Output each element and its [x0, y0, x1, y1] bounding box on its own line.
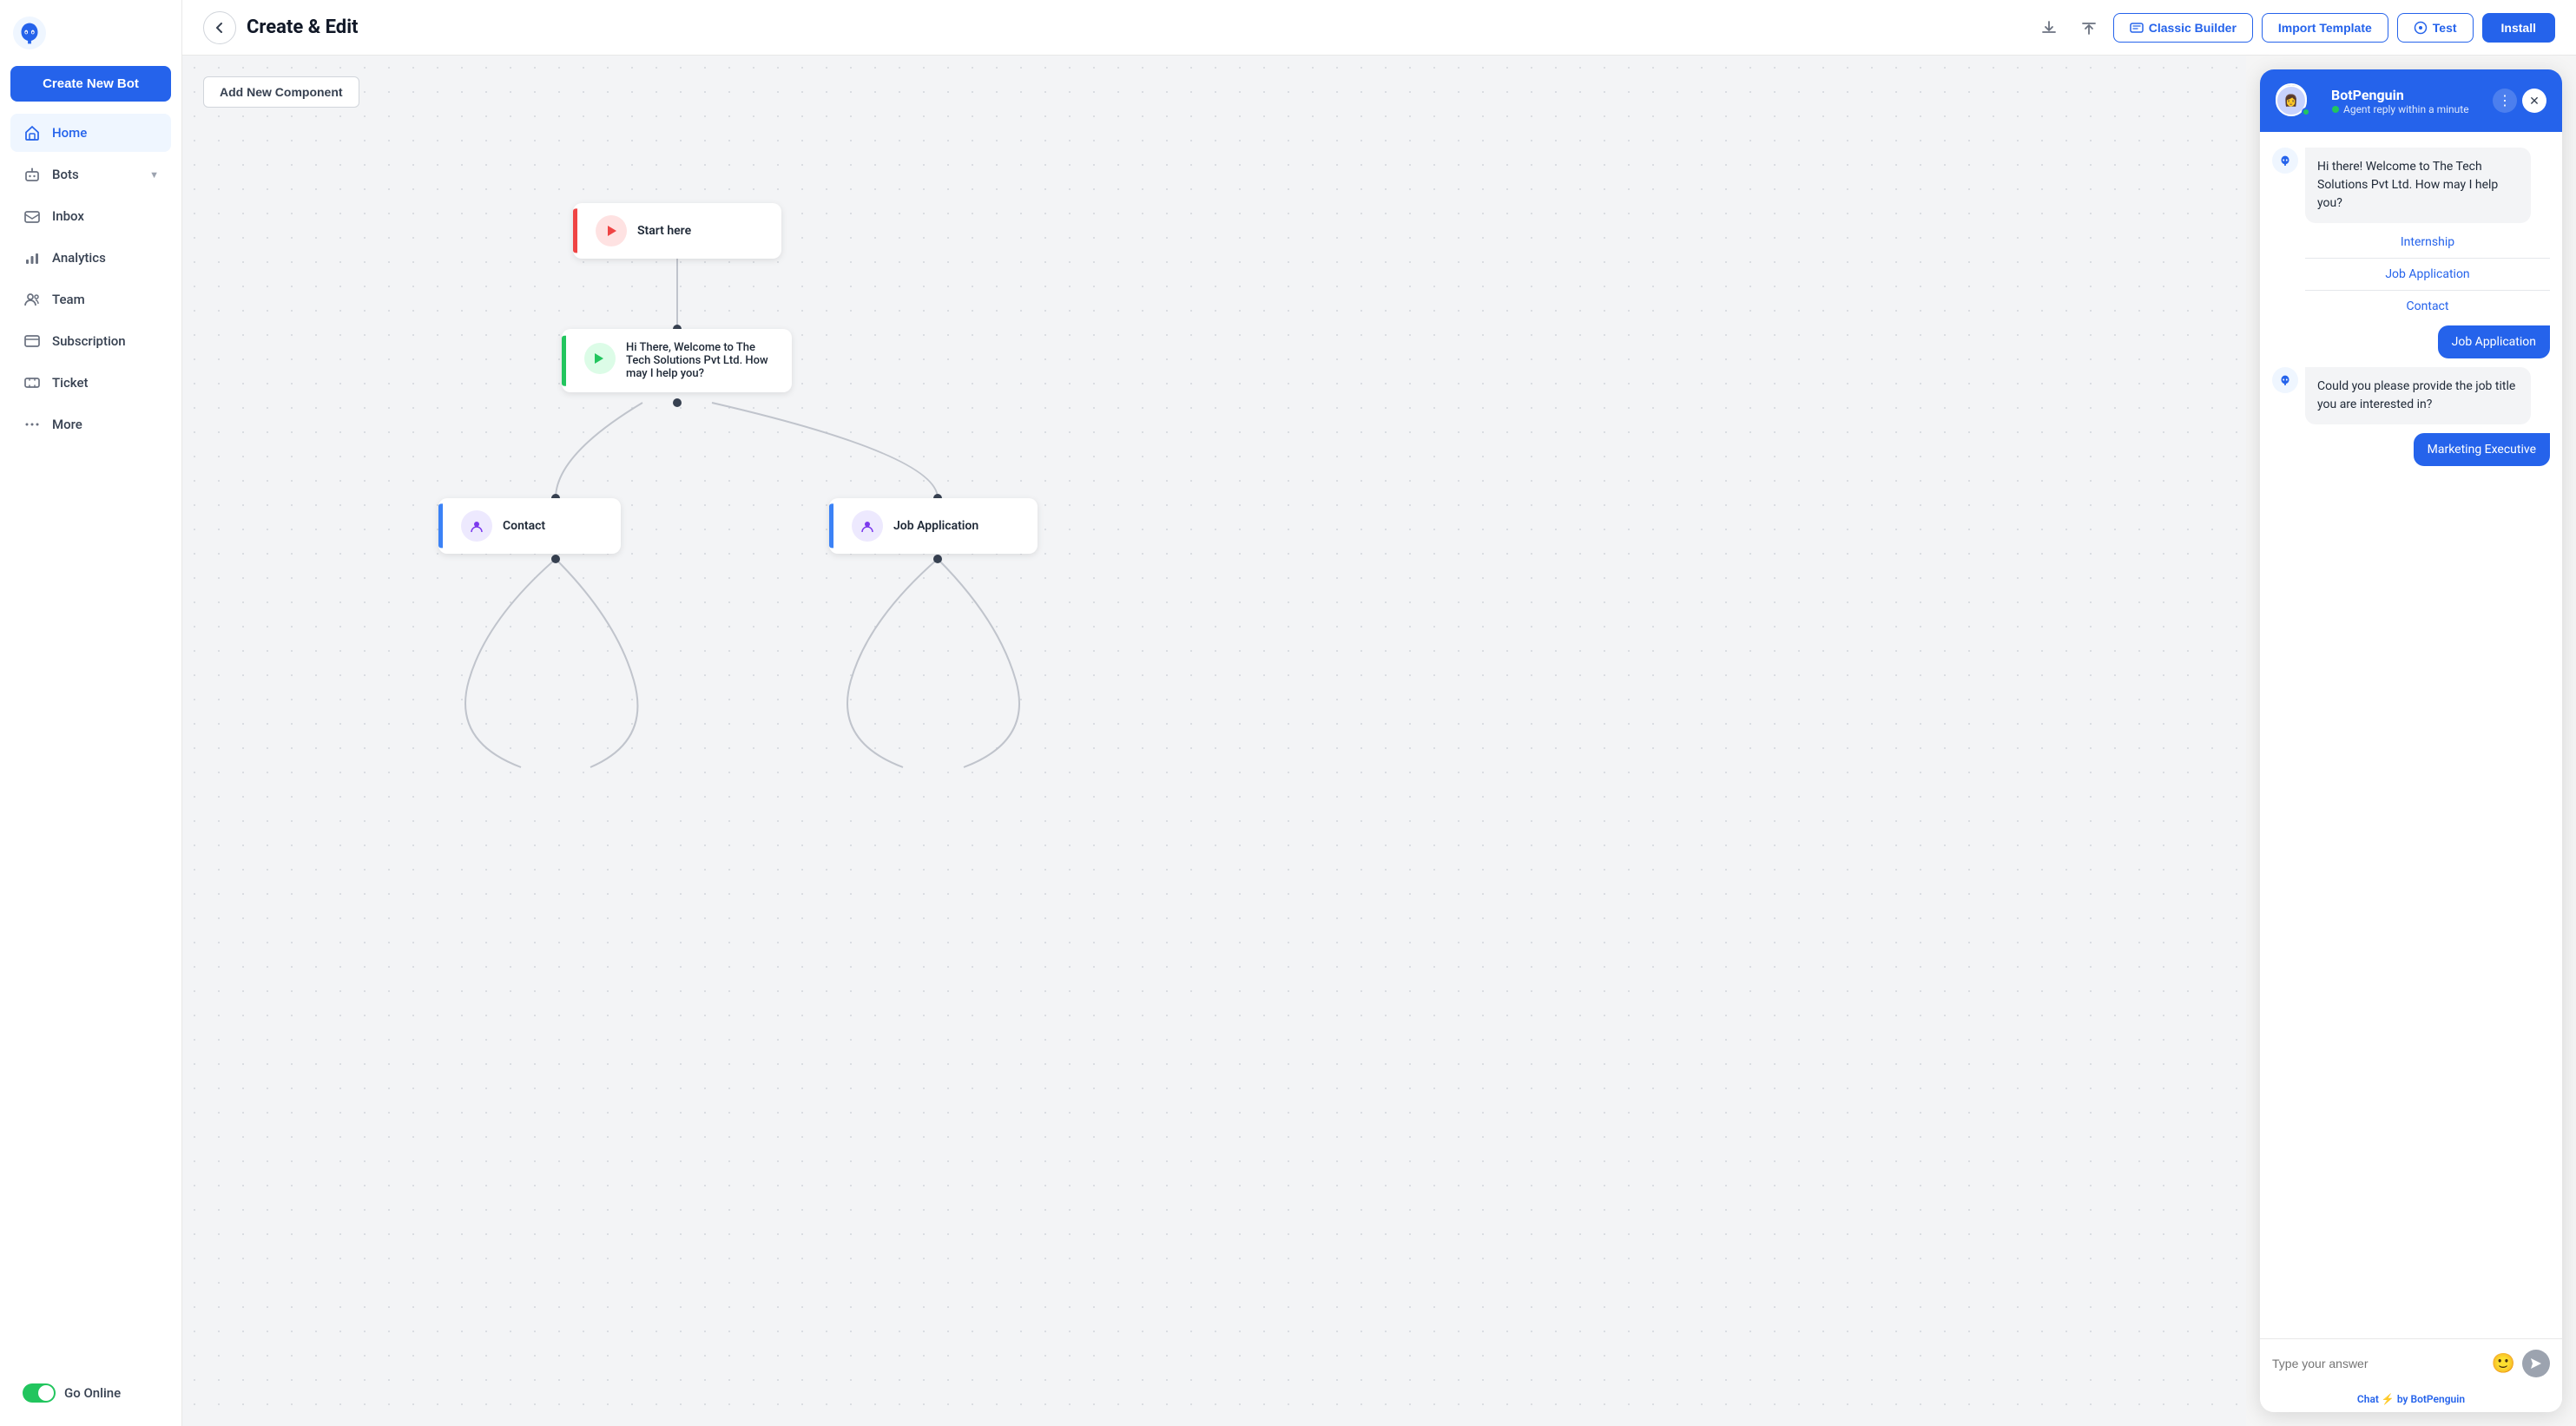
header: Create & Edit Classic Builder Import Tem… — [182, 0, 2576, 56]
install-label: Install — [2501, 21, 2536, 35]
chat-footer-text: Chat ⚡ by — [2357, 1393, 2411, 1405]
sidebar-item-more-label: More — [52, 417, 82, 432]
classic-builder-label: Classic Builder — [2149, 21, 2237, 35]
import-template-button[interactable]: Import Template — [2262, 13, 2388, 43]
chat-agent-status: Agent reply within a minute — [2331, 103, 2482, 115]
contact-node[interactable]: Contact — [438, 498, 621, 554]
chat-input-area: 🙂 — [2260, 1338, 2562, 1388]
download-button[interactable] — [2033, 12, 2065, 43]
sidebar-item-team-label: Team — [52, 292, 85, 307]
sidebar-item-analytics-label: Analytics — [52, 250, 106, 266]
user-message-row-2: Marketing Executive — [2272, 433, 2550, 466]
sidebar-item-analytics[interactable]: Analytics — [10, 239, 171, 277]
sidebar: Create New Bot Home Bots ▼ Inbox Analyti… — [0, 0, 182, 1426]
page-title: Create & Edit — [247, 16, 2023, 38]
welcome-node[interactable]: Hi There, Welcome to The Tech Solutions … — [562, 329, 792, 392]
team-icon — [23, 290, 42, 309]
create-new-bot-button[interactable]: Create New Bot — [10, 66, 171, 102]
chat-widget: 👩 👨🏿 BotPenguin Agent reply within a min… — [2260, 69, 2562, 1412]
header-actions: Classic Builder Import Template Test Ins… — [2033, 12, 2555, 43]
choice-internship[interactable]: Internship — [2401, 232, 2454, 253]
import-template-label: Import Template — [2278, 21, 2372, 35]
chat-avatars: 👩 👨🏿 — [2276, 83, 2321, 118]
go-online-toggle[interactable] — [23, 1383, 56, 1403]
chat-header-actions: ⋮ ✕ — [2493, 89, 2546, 113]
contact-node-label: Contact — [503, 519, 545, 533]
flow-connections — [182, 56, 2246, 1426]
toggle-thumb — [38, 1385, 54, 1401]
sidebar-item-bots[interactable]: Bots ▼ — [10, 155, 171, 194]
add-component-button[interactable]: Add New Component — [203, 76, 359, 108]
logo — [10, 14, 49, 52]
go-online-row: Go Online — [10, 1374, 171, 1412]
start-node[interactable]: Start here — [573, 203, 781, 259]
chat-bot-name: BotPenguin — [2331, 87, 2482, 103]
ticket-icon — [23, 373, 42, 392]
user-bubble-1: Job Application — [2438, 325, 2550, 358]
more-icon — [23, 415, 42, 434]
sidebar-item-ticket-label: Ticket — [52, 375, 89, 391]
test-button[interactable]: Test — [2397, 13, 2474, 43]
sidebar-item-more[interactable]: More — [10, 405, 171, 444]
sidebar-item-subscription-label: Subscription — [52, 333, 126, 349]
user-bubble-2: Marketing Executive — [2414, 433, 2550, 466]
bot-message-row-2: Could you please provide the job title y… — [2272, 367, 2550, 424]
sidebar-item-team[interactable]: Team — [10, 280, 171, 319]
flow-canvas[interactable]: Add New Component — [182, 56, 2246, 1426]
send-button[interactable] — [2522, 1350, 2550, 1377]
sidebar-item-inbox[interactable]: Inbox — [10, 197, 171, 235]
analytics-icon — [23, 248, 42, 267]
chat-close-button[interactable]: ✕ — [2522, 89, 2546, 113]
chat-menu-button[interactable]: ⋮ — [2493, 89, 2517, 113]
canvas-area: Add New Component — [182, 56, 2576, 1426]
bot-avatar-sm-2 — [2272, 367, 2298, 393]
chat-header: 👩 👨🏿 BotPenguin Agent reply within a min… — [2260, 69, 2562, 132]
start-node-label: Start here — [637, 224, 691, 238]
chat-header-info: BotPenguin Agent reply within a minute — [2331, 87, 2482, 115]
sidebar-item-inbox-label: Inbox — [52, 208, 84, 224]
user-message-row-1: Job Application — [2272, 325, 2550, 358]
job-application-node[interactable]: Job Application — [829, 498, 1038, 554]
bot-bubble-2: Could you please provide the job title y… — [2305, 367, 2531, 424]
bots-chevron-icon: ▼ — [149, 169, 159, 181]
back-button[interactable] — [203, 11, 236, 44]
chat-input[interactable] — [2272, 1357, 2485, 1370]
upload-button[interactable] — [2073, 12, 2105, 43]
sidebar-item-home-label: Home — [52, 125, 87, 141]
job-application-node-label: Job Application — [893, 519, 978, 533]
online-indicator — [2302, 108, 2310, 116]
choice-separator-2 — [2305, 290, 2550, 291]
emoji-button[interactable]: 🙂 — [2492, 1353, 2515, 1375]
main-content: Create & Edit Classic Builder Import Tem… — [182, 0, 2576, 1426]
bot-bubble-1: Hi there! Welcome to The Tech Solutions … — [2305, 148, 2531, 223]
home-icon — [23, 123, 42, 142]
bot-avatar-sm — [2272, 148, 2298, 174]
sidebar-item-subscription[interactable]: Subscription — [10, 322, 171, 360]
classic-builder-button[interactable]: Classic Builder — [2113, 13, 2253, 43]
install-button[interactable]: Install — [2482, 13, 2555, 43]
go-online-label: Go Online — [64, 1385, 121, 1401]
chat-messages: Hi there! Welcome to The Tech Solutions … — [2260, 132, 2562, 1338]
welcome-node-label: Hi There, Welcome to The Tech Solutions … — [626, 341, 776, 380]
sidebar-item-bots-label: Bots — [52, 167, 79, 182]
sidebar-item-home[interactable]: Home — [10, 114, 171, 152]
chat-panel: 👩 👨🏿 BotPenguin Agent reply within a min… — [2246, 56, 2576, 1426]
inbox-icon — [23, 207, 42, 226]
choice-job-application[interactable]: Job Application — [2385, 264, 2469, 285]
sidebar-item-ticket[interactable]: Ticket — [10, 364, 171, 402]
choice-contact[interactable]: Contact — [2407, 296, 2449, 317]
bots-icon — [23, 165, 42, 184]
bot-message-row-1: Hi there! Welcome to The Tech Solutions … — [2272, 148, 2550, 223]
chat-footer: Chat ⚡ by BotPenguin — [2260, 1388, 2562, 1412]
choices-container: Internship Job Application Contact — [2305, 232, 2550, 317]
test-label: Test — [2433, 21, 2457, 35]
choice-separator-1 — [2305, 258, 2550, 259]
chat-footer-brand: BotPenguin — [2410, 1393, 2465, 1405]
subscription-icon — [23, 332, 42, 351]
